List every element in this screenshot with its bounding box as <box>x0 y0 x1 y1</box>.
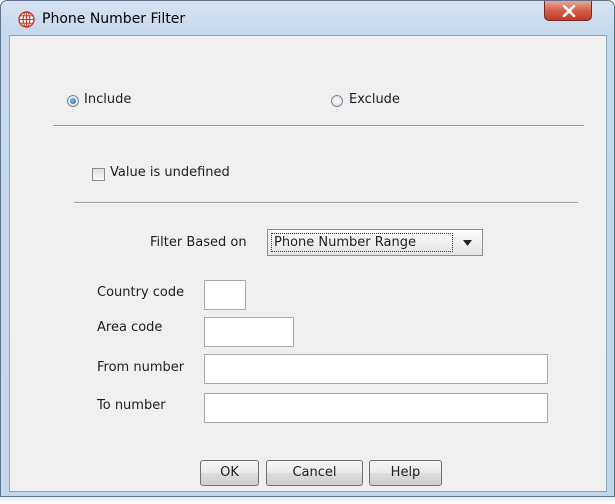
cancel-button[interactable]: Cancel <box>266 460 363 486</box>
value-undefined-label[interactable]: Value is undefined <box>110 165 230 180</box>
include-radio[interactable] <box>67 95 79 107</box>
country-code-input[interactable] <box>204 280 246 310</box>
separator <box>74 202 578 204</box>
ok-button[interactable]: OK <box>200 460 259 486</box>
include-label[interactable]: Include <box>84 92 131 107</box>
filter-selected-value: Phone Number Range <box>271 233 453 252</box>
dialog-window: Phone Number Filter Include Exclude Valu… <box>0 0 615 497</box>
country-code-label: Country code <box>97 285 185 300</box>
filter-based-on-select[interactable]: Phone Number Range <box>267 229 483 256</box>
area-code-input[interactable] <box>204 317 294 347</box>
window-title: Phone Number Filter <box>42 11 186 27</box>
value-undefined-checkbox[interactable] <box>92 168 105 181</box>
separator <box>53 125 584 127</box>
exclude-radio[interactable] <box>331 95 343 107</box>
from-number-input[interactable] <box>204 354 548 384</box>
help-button[interactable]: Help <box>369 460 442 486</box>
dialog-content: Include Exclude Value is undefined Filte… <box>9 35 607 492</box>
close-icon <box>562 5 576 17</box>
title-bar[interactable]: Phone Number Filter <box>1 1 614 35</box>
area-code-label: Area code <box>97 320 163 335</box>
globe-icon <box>18 11 35 28</box>
close-button[interactable] <box>544 1 592 21</box>
from-number-label: From number <box>97 360 185 375</box>
window-bottom-edge <box>0 497 615 504</box>
to-number-input[interactable] <box>204 393 548 423</box>
filter-based-on-label: Filter Based on <box>150 235 247 250</box>
exclude-label[interactable]: Exclude <box>349 92 400 107</box>
chevron-down-icon <box>463 240 472 246</box>
to-number-label: To number <box>97 398 166 413</box>
